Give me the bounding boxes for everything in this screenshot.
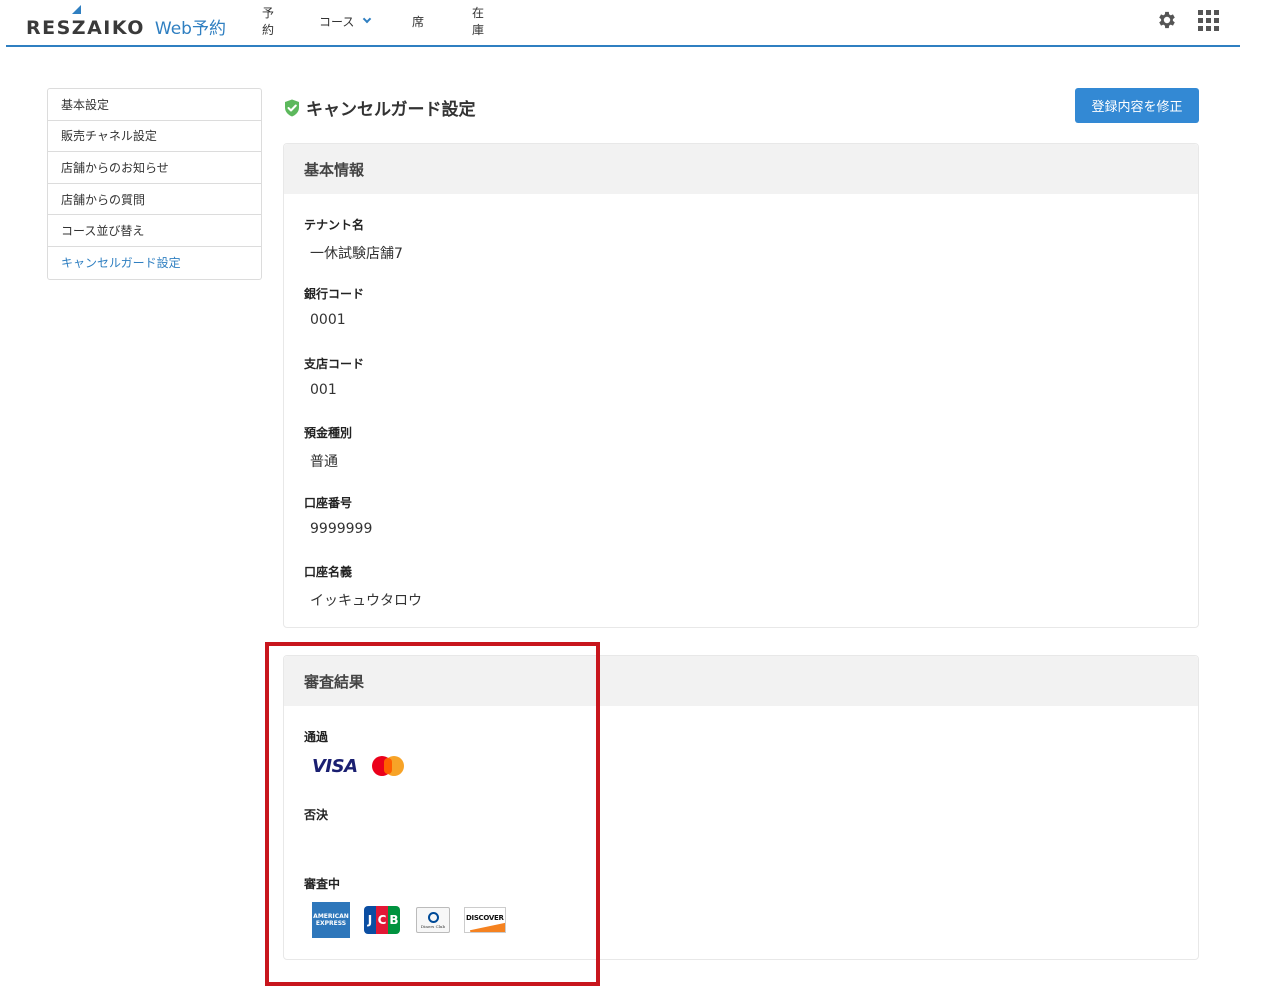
chevron-down-icon — [363, 14, 372, 24]
field-label: 口座番号 — [304, 496, 353, 510]
sidebar-item-channel[interactable]: 販売チャネル設定 — [48, 121, 261, 153]
nav-label: 予約 — [262, 6, 275, 37]
settings-sidebar: 基本設定 販売チャネル設定 店舗からのお知らせ 店舗からの質問 コース並び替え … — [47, 88, 262, 280]
edit-registration-button[interactable]: 登録内容を修正 — [1075, 88, 1199, 123]
sidebar-item-notice[interactable]: 店舗からのお知らせ — [48, 152, 261, 184]
field-label: 口座名義 — [304, 565, 353, 579]
brand-subtitle: Web予約 — [154, 19, 226, 39]
nav-label: 在庫 — [472, 6, 485, 37]
sidebar-item-label: 販売チャネル設定 — [61, 129, 157, 144]
gear-icon[interactable] — [1156, 9, 1178, 31]
basic-info-panel: 基本情報 テナント名 一休試験店舗7 銀行コード 0001 支店コード 001 … — [283, 143, 1199, 628]
sidebar-item-course-order[interactable]: コース並び替え — [48, 215, 261, 247]
annotation-highlight-box — [265, 642, 600, 986]
sidebar-item-question[interactable]: 店舗からの質問 — [48, 184, 261, 216]
brand-logo[interactable]: RESZAIKO Web予約 — [26, 5, 226, 39]
field-value: 一休試験店舗7 — [310, 246, 403, 262]
nav-item-reservation[interactable]: 予約 — [262, 6, 274, 37]
field-tenant-name: テナント名 一休試験店舗7 — [304, 216, 403, 263]
sidebar-item-label: コース並び替え — [61, 224, 145, 239]
sidebar-item-label: キャンセルガード設定 — [61, 256, 181, 271]
field-label: 預金種別 — [304, 426, 353, 440]
sidebar-item-label: 店舗からのお知らせ — [61, 160, 169, 175]
field-deposit-type: 預金種別 普通 — [304, 424, 352, 471]
field-value: 001 — [310, 382, 337, 398]
sidebar-item-cancel-guard[interactable]: キャンセルガード設定 — [48, 247, 261, 279]
field-account-holder: 口座名義 イッキュウタロウ — [304, 563, 422, 610]
field-bank-code: 銀行コード 0001 — [304, 285, 364, 328]
apps-grid-icon[interactable] — [1198, 10, 1219, 31]
sidebar-item-label: 店舗からの質問 — [61, 192, 146, 207]
field-value: 0001 — [310, 312, 346, 328]
field-branch-code: 支店コード 001 — [304, 355, 364, 398]
basic-info-heading: 基本情報 — [284, 144, 1198, 194]
sidebar-item-basic[interactable]: 基本設定 — [48, 89, 261, 121]
field-label: 銀行コード — [304, 287, 365, 301]
shield-check-icon — [285, 99, 299, 116]
field-value: 普通 — [310, 454, 338, 470]
field-value: 9999999 — [310, 521, 373, 537]
field-account-number: 口座番号 9999999 — [304, 494, 372, 537]
nav-item-course[interactable]: コース — [319, 13, 372, 29]
brand-name: RESZAIKO — [26, 17, 145, 39]
sidebar-item-label: 基本設定 — [61, 97, 110, 112]
page-title: キャンセルガード設定 — [306, 100, 476, 120]
nav-item-stock[interactable]: 在庫 — [472, 6, 484, 37]
nav-label: 席 — [412, 14, 425, 29]
field-label: 支店コード — [304, 357, 365, 371]
field-value: イッキュウタロウ — [310, 593, 422, 609]
brand-mark-icon — [72, 5, 81, 14]
top-navbar: RESZAIKO Web予約 予約 コース 席 在庫 — [0, 0, 1261, 48]
field-label: テナント名 — [304, 218, 365, 232]
nav-item-seat[interactable]: 席 — [412, 13, 424, 29]
nav-label: コース — [319, 14, 355, 29]
navbar-divider — [6, 45, 1240, 47]
page-header: キャンセルガード設定 — [284, 95, 476, 120]
